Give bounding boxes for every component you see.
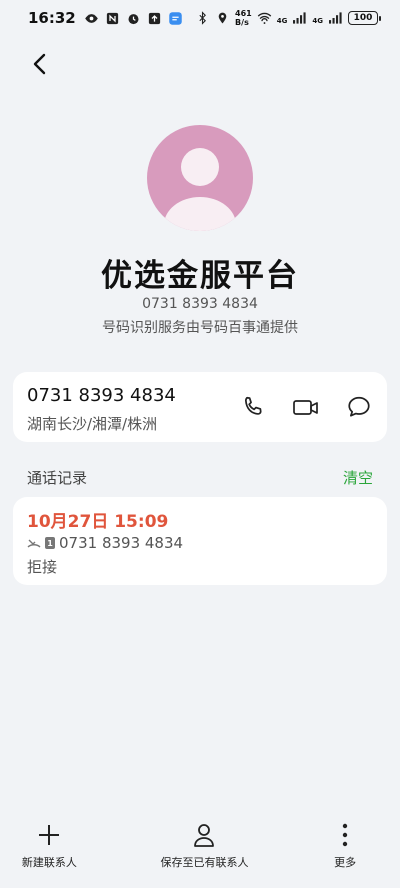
status-bar-right: 461 B/s 4G 4G 100	[195, 9, 381, 27]
more-button[interactable]: 更多	[332, 822, 358, 870]
signal-2-label: 4G	[312, 17, 323, 25]
person-icon	[164, 148, 236, 231]
call-number: 0731 8393 4834	[59, 534, 184, 552]
signal-1-label: 4G	[276, 17, 288, 25]
status-bar: 16:32 461 B/s 4G 4G 100	[0, 0, 400, 36]
person-outline-icon	[191, 822, 217, 848]
back-button[interactable]	[24, 48, 56, 80]
call-button[interactable]	[238, 392, 268, 422]
bottom-action-bar: 新建联系人 保存至已有联系人 更多	[0, 818, 400, 888]
location-icon	[215, 11, 230, 26]
call-date: 10月27日 15:09	[27, 512, 169, 532]
call-log-item[interactable]: 10月27日 15:09 1 0731 8393 4834 拒接	[13, 497, 387, 585]
sim-badge: 1	[45, 537, 55, 549]
chevron-left-icon	[33, 53, 46, 75]
chat-bubble-icon	[348, 396, 370, 417]
card-phone-number[interactable]: 0731 8393 4834	[27, 385, 176, 406]
eye-icon	[84, 11, 99, 26]
save-to-existing-label: 保存至已有联系人	[160, 856, 249, 869]
video-icon	[293, 400, 318, 415]
call-log-title: 通话记录	[27, 469, 88, 487]
message-button[interactable]	[344, 392, 374, 422]
status-time: 16:32	[28, 9, 76, 27]
clear-button[interactable]: 清空	[343, 467, 373, 488]
message-app-icon	[168, 11, 183, 26]
missed-call-icon	[27, 539, 41, 548]
signal-1-icon	[292, 11, 307, 26]
alarm-icon	[126, 11, 141, 26]
signal-2-icon	[328, 11, 343, 26]
wifi-icon	[257, 11, 272, 26]
new-contact-label: 新建联系人	[21, 856, 77, 869]
contact-avatar	[147, 125, 253, 231]
network-speed: 461 B/s	[235, 9, 252, 27]
number-card: 0731 8393 4834 湖南长沙/湘潭/株洲	[13, 372, 387, 442]
status-bar-left: 16:32	[28, 9, 183, 27]
call-status: 拒接	[27, 558, 58, 576]
plus-icon	[36, 822, 62, 848]
more-label: 更多	[334, 856, 357, 869]
card-location: 湖南长沙/湘潭/株洲	[27, 415, 158, 433]
more-vertical-icon	[332, 822, 358, 848]
call-log-header: 通话记录 清空	[27, 467, 373, 488]
video-call-button[interactable]	[291, 392, 321, 422]
new-contact-button[interactable]: 新建联系人	[22, 822, 77, 870]
phone-icon	[244, 396, 262, 415]
call-detail-line: 1 0731 8393 4834	[27, 534, 183, 552]
nfc-icon	[105, 11, 120, 26]
save-to-existing-button[interactable]: 保存至已有联系人	[160, 822, 248, 870]
contact-name: 优选金服平台	[101, 258, 299, 294]
contact-number: 0731 8393 4834	[142, 296, 258, 312]
bluetooth-icon	[195, 11, 210, 26]
battery-indicator: 100	[348, 11, 381, 25]
provider-note: 号码识别服务由号码百事通提供	[102, 320, 298, 336]
upload-icon	[147, 11, 162, 26]
